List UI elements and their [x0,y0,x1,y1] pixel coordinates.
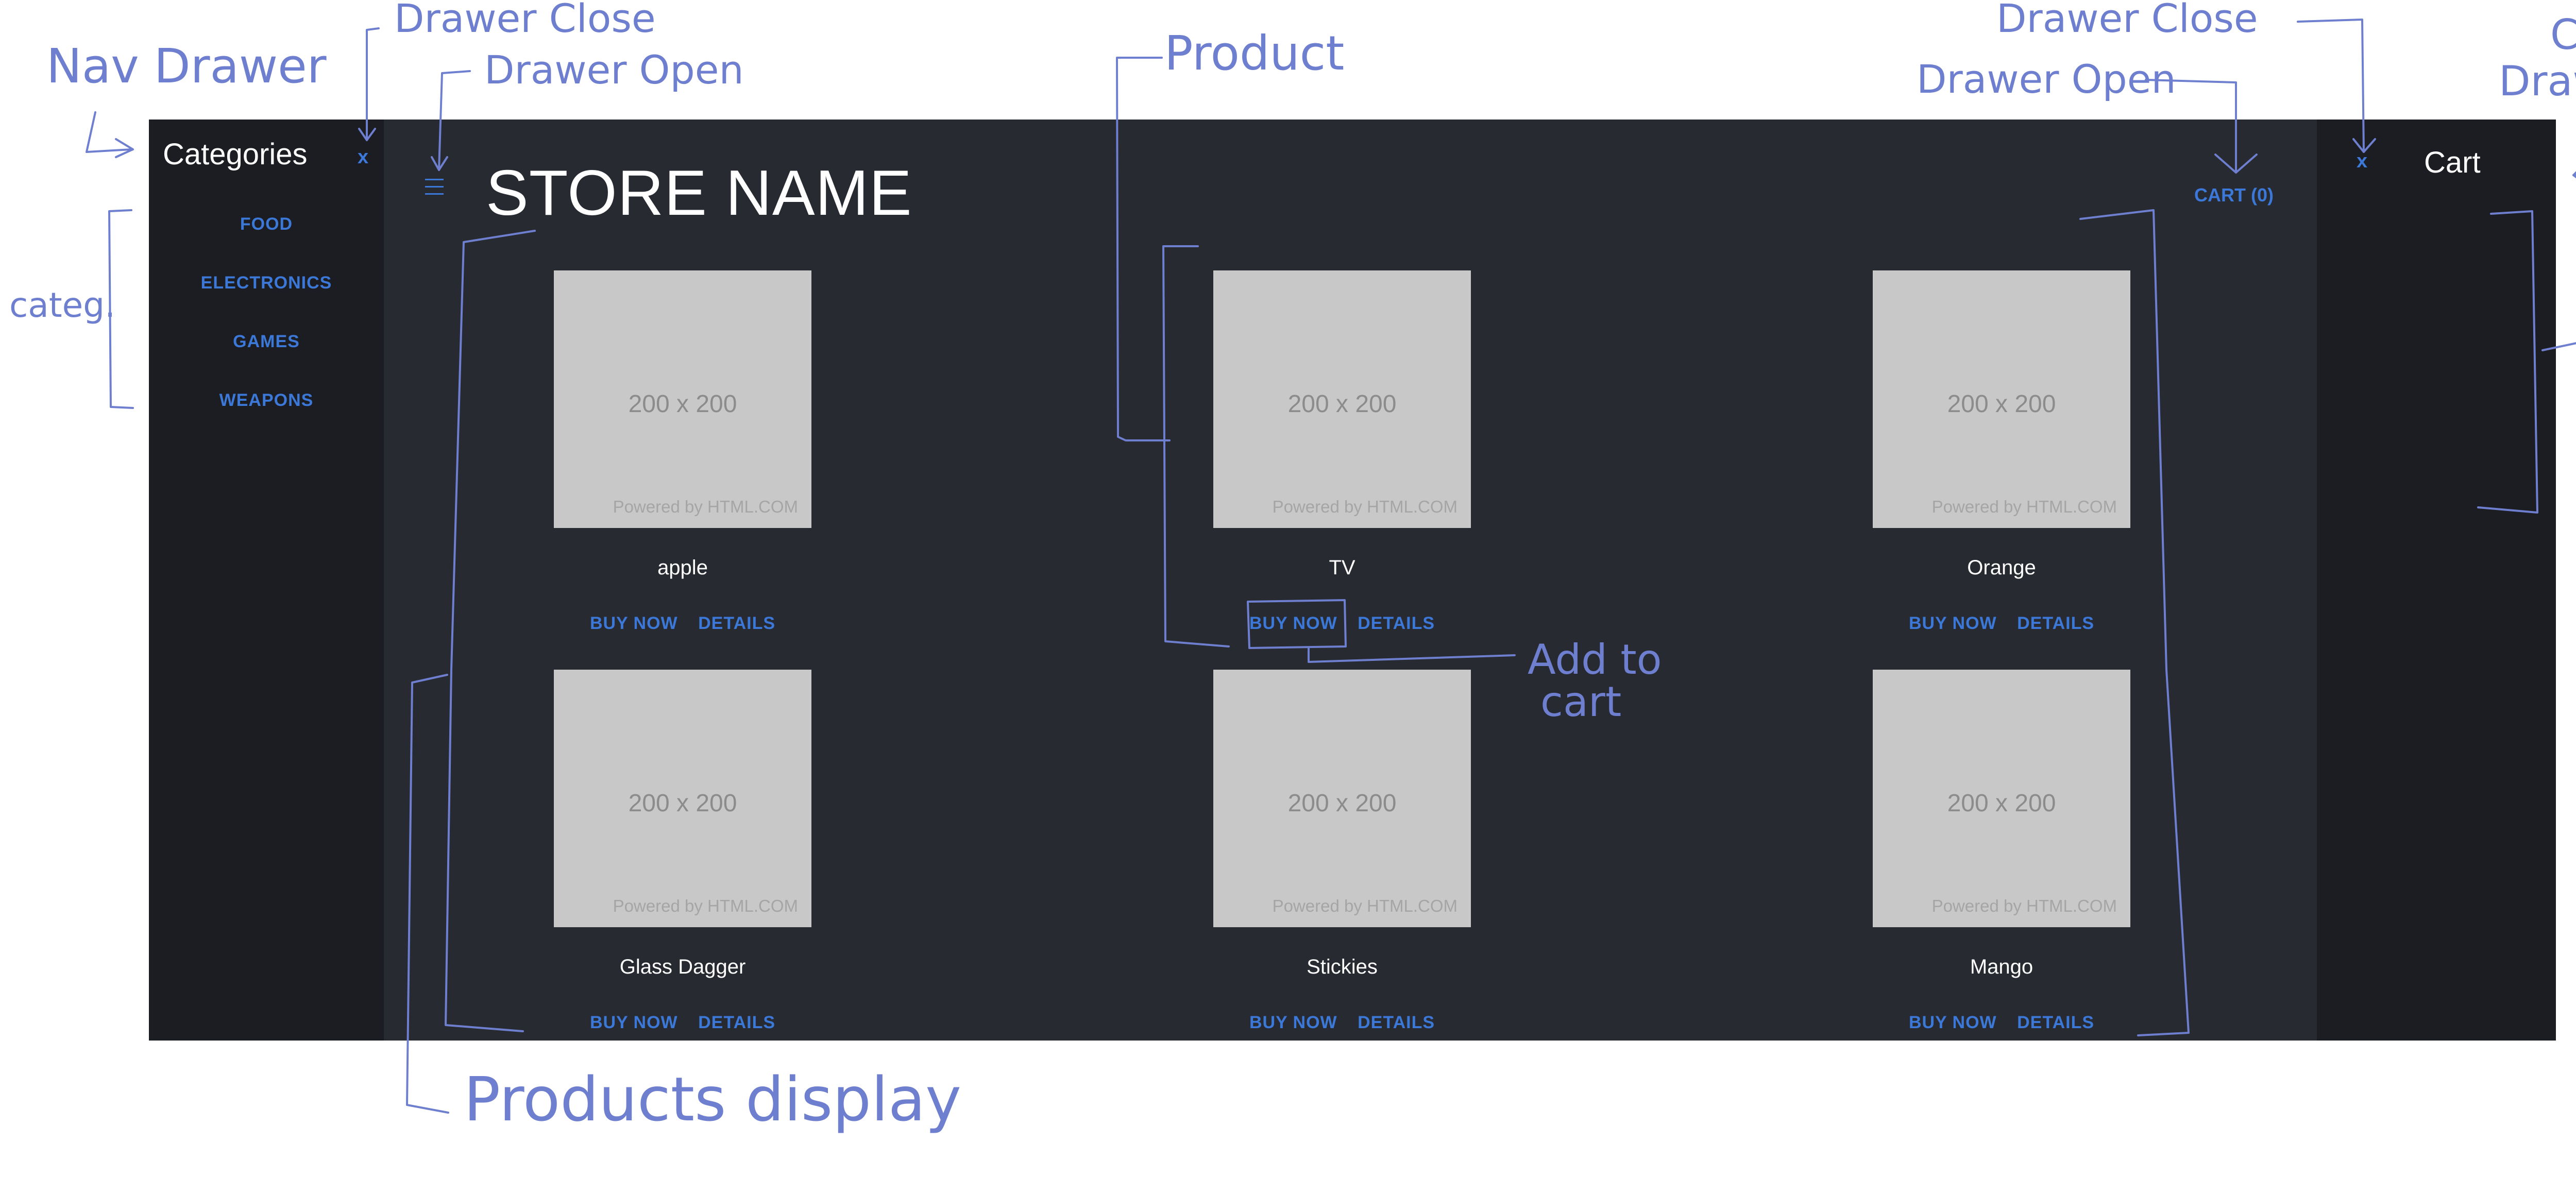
nav-drawer-close-button[interactable]: x [358,146,368,168]
product-image: 200 x 200 Powered by HTML.COM [1873,670,2130,927]
details-button[interactable]: DETAILS [2017,1013,2094,1032]
product-image: 200 x 200 Powered by HTML.COM [1873,270,2130,528]
image-size-label: 200 x 200 [1287,790,1397,817]
product-name: apple [657,556,708,579]
annotation-drawer-open-left: Drawer Open [484,47,744,93]
annotation-drawer-close-right: Drawer Close [1996,0,2258,41]
product-name: Glass Dagger [619,956,746,978]
image-size-label: 200 x 200 [628,790,737,817]
image-size-label: 200 x 200 [1947,790,2056,817]
image-credit: Powered by HTML.COM [613,896,798,915]
nav-drawer-title: Categories [163,138,308,171]
product-image: 200 x 200 Powered by HTML.COM [1213,270,1471,528]
details-button[interactable]: DETAILS [1358,613,1435,633]
nav-drawer: Categories x FOOD ELECTRONICS GAMES WEAP… [149,120,384,1041]
annotation-nav-drawer: Nav Drawer [46,39,327,94]
category-item-weapons[interactable]: WEAPONS [149,390,384,411]
cart-drawer: x Cart [2317,120,2556,1041]
details-button[interactable]: DETAILS [2017,613,2094,633]
annotation-product: Product [1164,26,1344,81]
annotation-products-display: Products display [464,1064,961,1135]
store-name: STORE NAME [486,158,912,229]
product-name: Stickies [1307,956,1378,978]
image-credit: Powered by HTML.COM [1272,896,1458,915]
product-name: TV [1329,556,1355,579]
product-image: 200 x 200 Powered by HTML.COM [554,270,811,528]
category-item-food[interactable]: FOOD [149,214,384,234]
annotation-cart-drawer-2: Drawer [2499,57,2576,105]
details-button[interactable]: DETAILS [1358,1013,1435,1032]
buy-now-button[interactable]: BUY NOW [590,1013,678,1032]
image-credit: Powered by HTML.COM [1272,497,1458,516]
details-button[interactable]: DETAILS [698,613,775,633]
hamburger-icon[interactable] [425,179,444,197]
product-image: 200 x 200 Powered by HTML.COM [1213,670,1471,927]
buy-now-button[interactable]: BUY NOW [1909,613,1997,633]
cart-drawer-title: Cart [2424,146,2481,179]
category-item-games[interactable]: GAMES [149,332,384,352]
products-main: STORE NAME CART (0) 200 x 200 Powered by… [384,120,2317,1041]
image-credit: Powered by HTML.COM [1931,896,2117,915]
cart-button[interactable]: CART (0) [2194,184,2274,206]
product-name: Mango [1970,956,2033,978]
annotation-drawer-open-right: Drawer Open [1917,56,2176,102]
annotation-cart-drawer-1: Cart [2550,11,2576,59]
annotation-categ: categ. [9,285,115,325]
details-button[interactable]: DETAILS [698,1013,775,1032]
image-credit: Powered by HTML.COM [613,497,798,516]
buy-now-button[interactable]: BUY NOW [1909,1013,1997,1032]
cart-drawer-close-button[interactable]: x [2357,150,2367,173]
image-credit: Powered by HTML.COM [1931,497,2117,516]
buy-now-button[interactable]: BUY NOW [590,613,678,633]
product-name: Orange [1967,556,2036,579]
buy-now-button[interactable]: BUY NOW [1249,1013,1337,1032]
category-item-electronics[interactable]: ELECTRONICS [149,273,384,293]
buy-now-button[interactable]: BUY NOW [1249,613,1337,633]
product-image: 200 x 200 Powered by HTML.COM [554,670,811,927]
image-size-label: 200 x 200 [1287,390,1397,418]
annotation-drawer-close-left: Drawer Close [394,0,656,41]
image-size-label: 200 x 200 [628,390,737,418]
image-size-label: 200 x 200 [1947,390,2056,418]
